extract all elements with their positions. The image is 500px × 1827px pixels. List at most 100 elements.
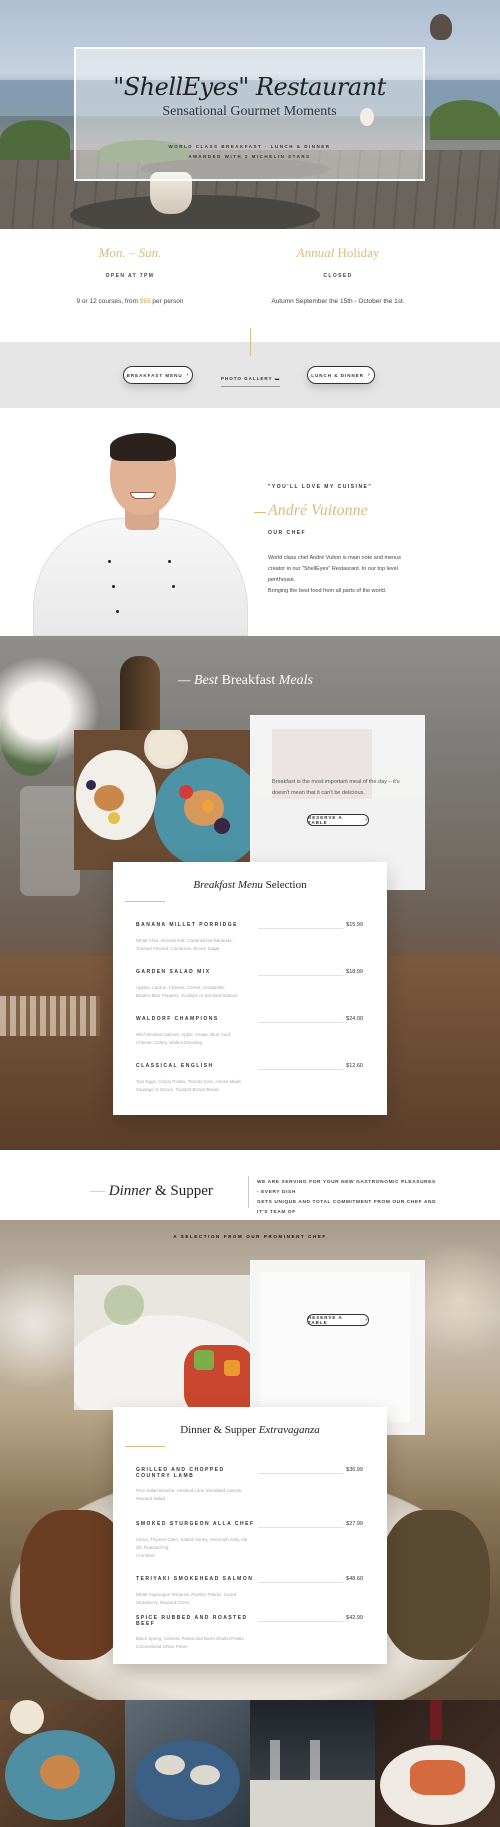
table — [250, 1780, 375, 1827]
gold-accent-line — [125, 1446, 165, 1447]
menu-item-rule — [258, 1527, 343, 1528]
gallery-photo-restaurant[interactable] — [250, 1700, 375, 1827]
breakfast-photo — [74, 730, 250, 870]
camera-icon: ▬ — [274, 376, 281, 381]
restaurant-title: "ShellEyes" Restaurant — [113, 73, 386, 101]
menu-item-price: $42.99 — [346, 1615, 363, 1621]
lunch-dinner-button[interactable]: LUNCH & DINNER › — [307, 366, 375, 384]
oyster — [155, 1755, 185, 1775]
menu-item-name: SPICE RUBBED AND ROASTED BEEF — [136, 1615, 248, 1627]
plate — [135, 1740, 240, 1820]
menu-item-rule — [258, 1022, 343, 1023]
chef-coat-button — [168, 560, 171, 563]
menu-item-desc: Two Eggs, Crispy Potato, Tomato Coin, Ho… — [136, 1079, 241, 1092]
reserve-table-button[interactable]: RESERVE A TABLE › — [307, 1314, 369, 1326]
reserve-table-button[interactable]: RESERVE A TABLE › — [307, 814, 369, 826]
chef-quote: "YOU'LL LOVE MY CUISINE" — [268, 484, 373, 490]
hero-table — [70, 195, 320, 229]
menu-item-desc: White Asparagus Tempura, Parsley Pakdoi,… — [136, 1592, 236, 1605]
gold-dash — [254, 512, 266, 513]
menu-item-price: $27.99 — [346, 1521, 363, 1527]
menu-item-rule — [258, 928, 343, 929]
menu-item-price: $18.99 — [346, 969, 363, 975]
chef-coat-button — [108, 560, 111, 563]
hero-section: "ShellEyes" Restaurant Sensational Gourm… — [0, 0, 500, 229]
hero-award: AWARDED WITH 2 MICHELIN STARS — [188, 154, 311, 159]
menu-item-desc: Wild Smoked Salmon, Apple, Grape, Blue C… — [136, 1032, 231, 1045]
dinner-section-title: — Dinner & Supper — [90, 1183, 213, 1199]
breakfast-menu-title: Breakfast Menu Selection — [193, 879, 307, 891]
menu-item-rule — [258, 1069, 343, 1070]
menu-item-price: $24.00 — [346, 1016, 363, 1022]
salmon — [410, 1760, 465, 1795]
chef-role: OUR CHEF — [268, 530, 307, 536]
menu-item-rule — [258, 1621, 343, 1622]
menu-item-name: GRILLED AND CHOPPED COUNTRY LAMB — [136, 1467, 225, 1479]
menu-item-name: BANANA MILLET PORRIDGE — [136, 922, 238, 928]
fruit — [202, 800, 214, 812]
hours-section: Mon. – Sun. OPEN AT 7PM 9 or 12 courses,… — [0, 229, 500, 342]
menu-item-rule — [258, 1473, 343, 1474]
dinner-photo — [74, 1275, 250, 1410]
wine-glass — [270, 1740, 280, 1780]
menu-item-name: WALDORF CHAMPIONS — [136, 1016, 219, 1022]
photo-gallery-link[interactable]: PHOTO GALLERY ▬ — [221, 376, 281, 387]
dinner-menu-card: Dinner & Supper Extravaganza GRILLED AND… — [113, 1407, 387, 1664]
hours-right-title: Annual Holiday — [296, 245, 380, 260]
restaurant-subtitle: Sensational Gourmet Moments — [162, 104, 337, 119]
hero-lamp — [430, 14, 452, 40]
chef-photo — [130, 492, 156, 499]
herb — [104, 1285, 144, 1325]
gold-divider — [250, 328, 251, 356]
blueberry — [214, 818, 230, 834]
breakfast-menu-card: Breakfast Menu Selection BANANA MILLET P… — [113, 862, 387, 1115]
hours-right-text: Autumn September the 15th - October the … — [271, 298, 405, 305]
arrow-right-icon: › — [368, 372, 371, 378]
breakfast-note-text: Breakfast is the most important meal of … — [272, 779, 400, 796]
menu-item-name: SMOKED STURGEON ALLA CHEF — [136, 1521, 255, 1527]
background-glass — [20, 786, 80, 896]
chef-coat-button — [116, 610, 119, 613]
vegetable — [224, 1360, 240, 1376]
hours-left-label: OPEN AT 7PM — [105, 273, 155, 279]
hero-plant — [0, 120, 70, 160]
cup — [10, 1700, 44, 1734]
chef-description: World class chef André Vuiton is main no… — [268, 555, 401, 594]
menu-item-name: CLASSICAL ENGLISH — [136, 1063, 214, 1069]
chef-coat-button — [172, 585, 175, 588]
background-food — [380, 1510, 490, 1660]
menu-item-name: GARDEN SALAD MIX — [136, 969, 211, 975]
hours-left-title: Mon. – Sun. — [98, 245, 162, 260]
wine-glass — [310, 1740, 320, 1780]
chef-coat-button — [112, 585, 115, 588]
hero-plant — [430, 100, 500, 140]
gallery-photo-oysters[interactable] — [125, 1700, 250, 1827]
coffee-cup — [144, 730, 188, 769]
blueberry — [86, 780, 96, 790]
breakfast-section-title: — Best Breakfast Meals — [178, 673, 313, 688]
dinner-menu-title: Dinner & Supper Extravaganza — [180, 1424, 320, 1436]
gallery-photo-salmon[interactable] — [375, 1700, 500, 1827]
arrow-right-icon: › — [365, 817, 368, 823]
menu-item-desc: Rice Salad Brioche, Smoked Lime Shredded… — [136, 1488, 243, 1501]
chef-selection-label: A SELECTION FROM OUR PROMINENT CHEF — [173, 1234, 327, 1239]
menu-item-desc: Black Spring, Celeriac Pietas and Burnt … — [136, 1636, 245, 1649]
faded-photo — [260, 1272, 410, 1422]
hero-title-box: "ShellEyes" Restaurant Sensational Gourm… — [74, 47, 425, 181]
background-fence — [0, 996, 100, 1036]
gallery-photo-pancakes[interactable] — [0, 1700, 125, 1827]
menu-item-price: $36.99 — [346, 1467, 363, 1473]
arrow-right-icon: › — [365, 1317, 368, 1323]
menu-item-price: $15.99 — [346, 922, 363, 928]
breakfast-menu-button[interactable]: BREAKFAST MENU › — [123, 366, 193, 384]
dinner-intro-section: — Dinner & Supper WE ARE SERVING FOR YOU… — [0, 1150, 500, 1225]
menu-item-price: $48.60 — [346, 1576, 363, 1582]
oyster — [190, 1765, 220, 1785]
hours-right-label: CLOSED — [323, 273, 353, 279]
gold-accent-line — [125, 901, 165, 902]
strawberry — [179, 785, 193, 799]
pancakes — [40, 1755, 80, 1789]
chef-name: André Vuitonne — [268, 502, 368, 519]
menu-item-rule — [258, 975, 343, 976]
arrow-right-icon: › — [186, 372, 190, 378]
